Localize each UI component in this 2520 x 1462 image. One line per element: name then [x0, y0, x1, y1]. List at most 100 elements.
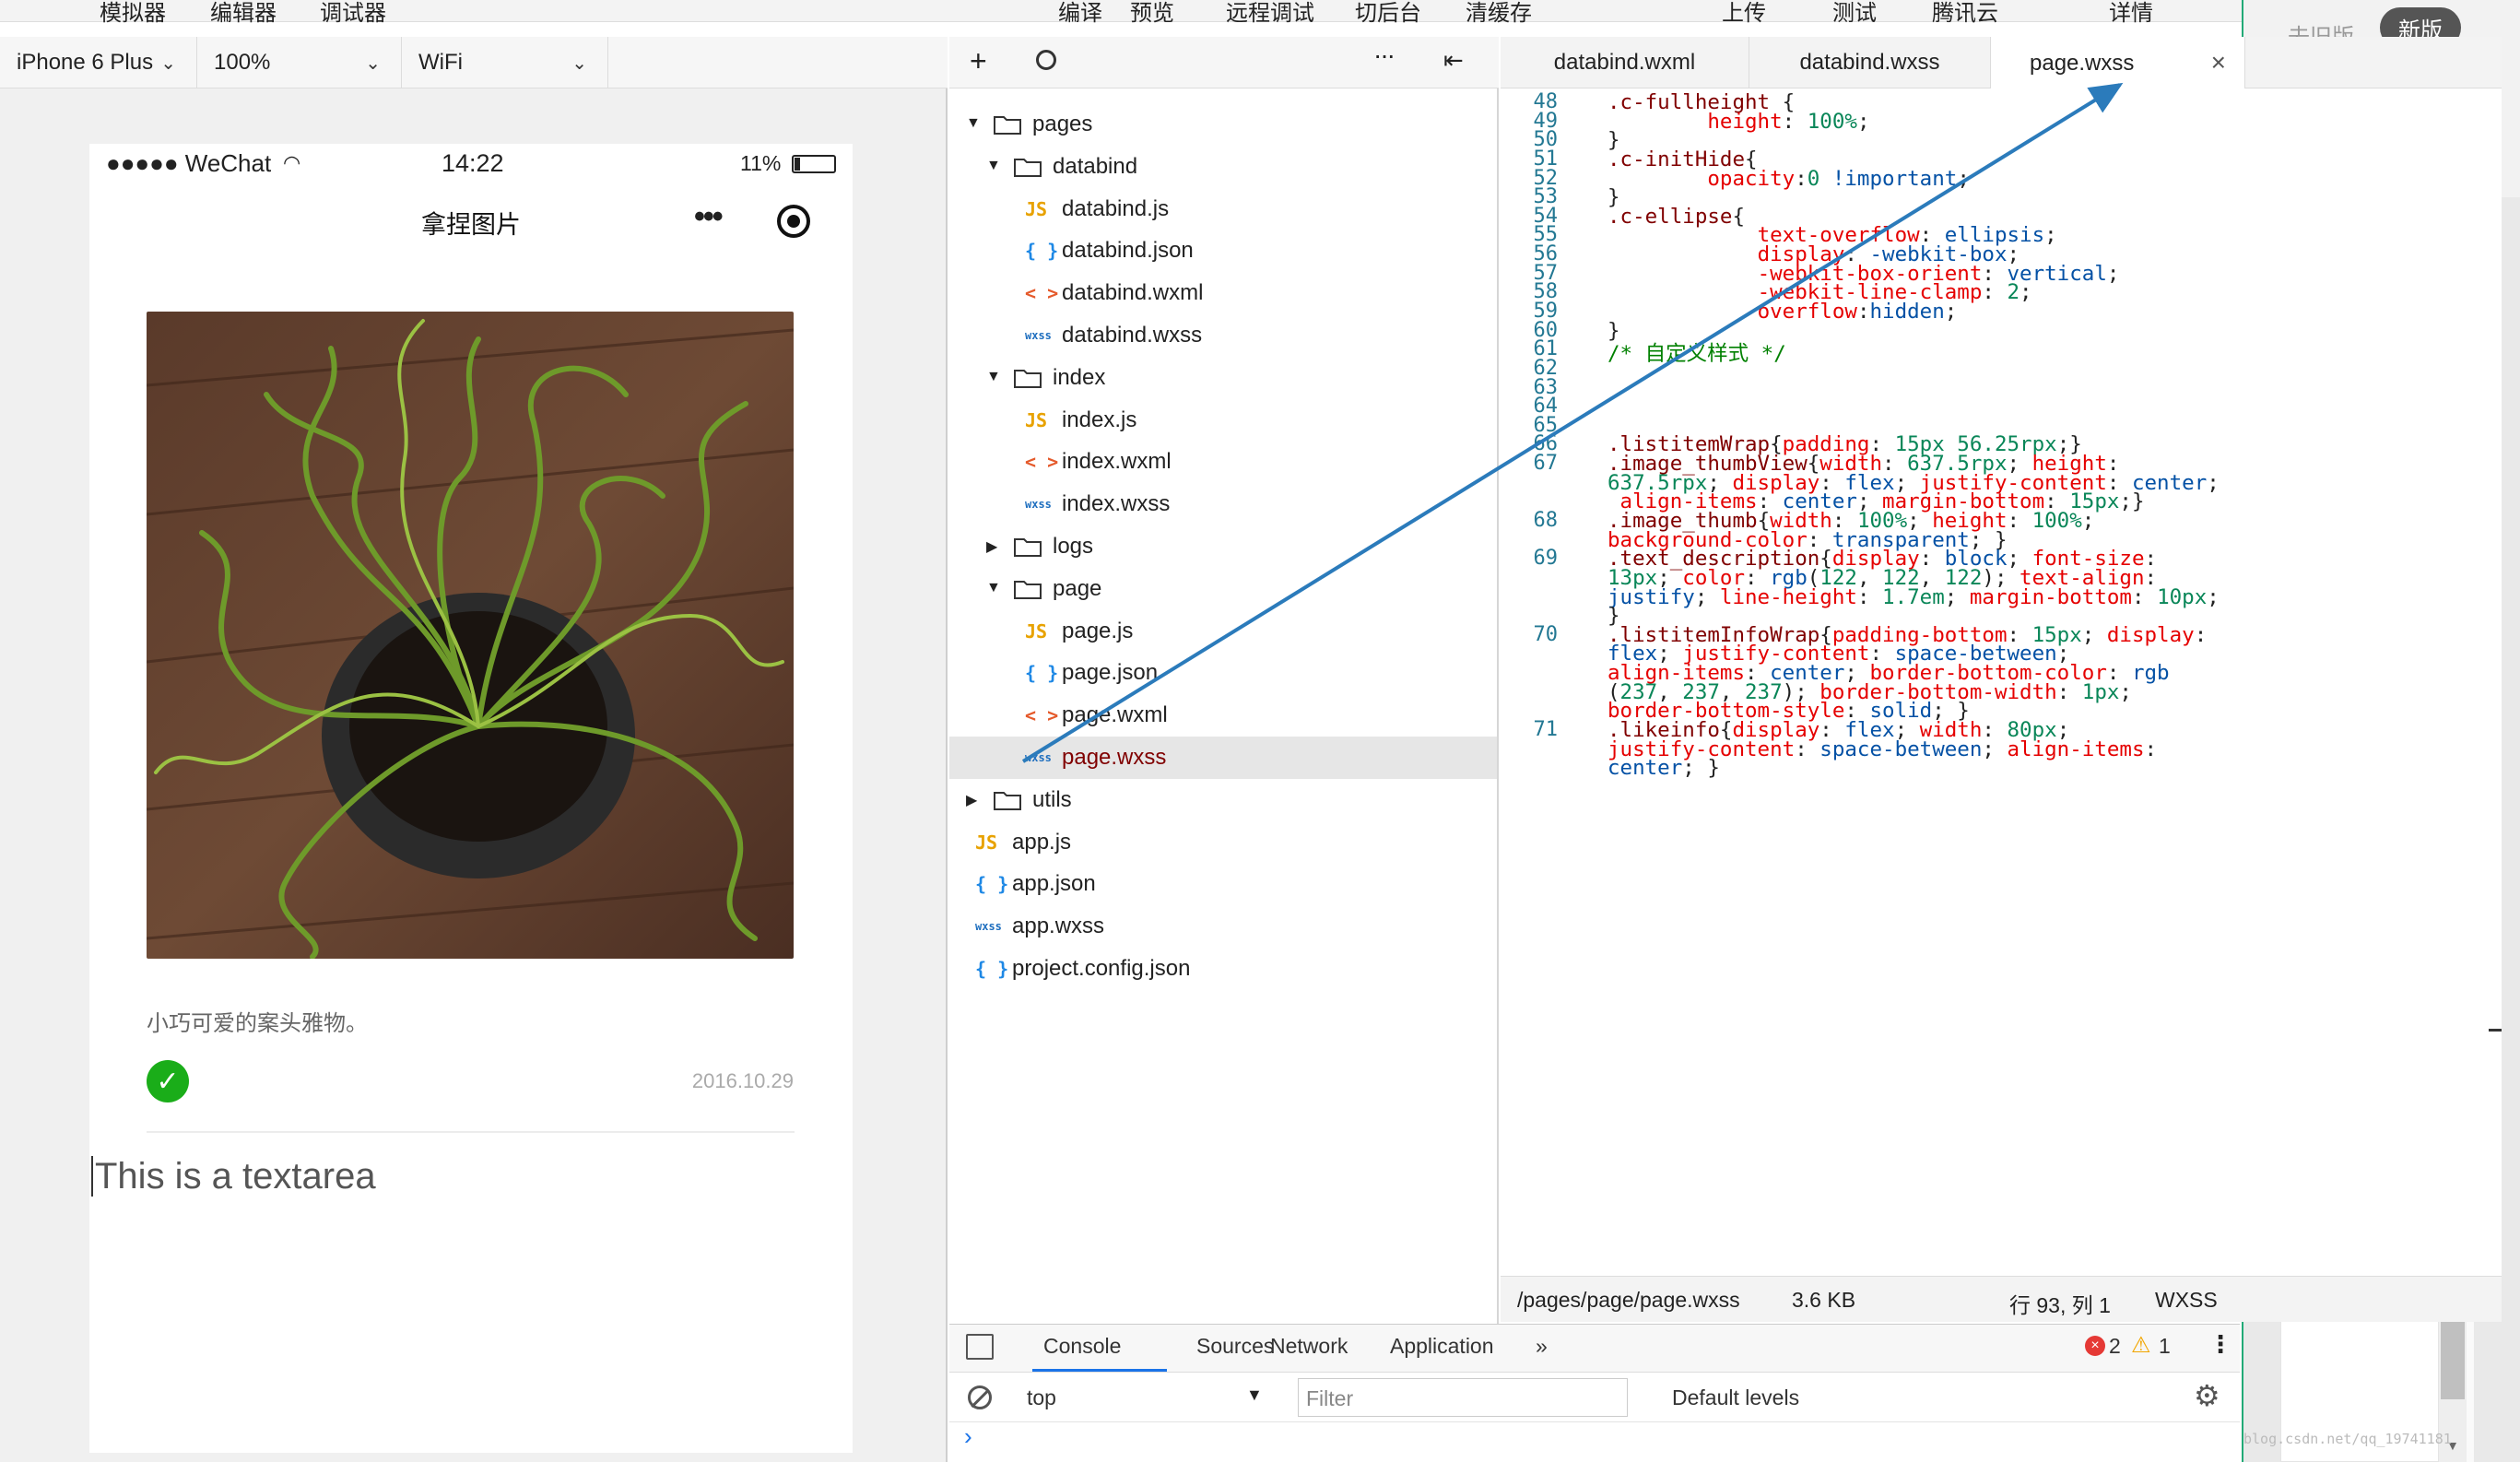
tab-application[interactable]: Application: [1390, 1334, 1494, 1359]
menu-background[interactable]: 切后台: [1355, 0, 1421, 27]
tree-item-databind-js[interactable]: JS databind.js: [949, 188, 1497, 230]
tab-databind-wxml[interactable]: databind.wxml: [1501, 37, 1749, 88]
file-tree: ▼ pages ▼ databind JS databind.js{ } databind.…: [949, 88, 1499, 1324]
tab-databind-wxss[interactable]: databind.wxss: [1749, 37, 1991, 88]
error-count[interactable]: 2: [2109, 1334, 2121, 1359]
warning-count[interactable]: 1: [2159, 1334, 2171, 1359]
tree-item-index-js[interactable]: JS index.js: [949, 399, 1497, 442]
menu-tencent-cloud[interactable]: 腾讯云: [1932, 0, 1998, 27]
menu-remote-debug[interactable]: 远程调试: [1226, 0, 1314, 27]
expanded-caret-icon[interactable]: ▼: [986, 369, 1001, 385]
menu-preview[interactable]: 预览: [1130, 0, 1174, 27]
collapsed-caret-icon[interactable]: ▶: [966, 791, 977, 809]
network-select[interactable]: WiFi ⌄: [402, 37, 608, 88]
textarea-field[interactable]: This is a textarea: [89, 1156, 853, 1396]
tree-item-page[interactable]: ▼ page: [949, 568, 1497, 610]
menu-editor[interactable]: 编辑器: [210, 0, 277, 27]
tree-item-app-js[interactable]: JS app.js: [949, 821, 1497, 864]
tree-item-app-wxss[interactable]: wxss app.wxss: [949, 905, 1497, 948]
filter-input[interactable]: Filter: [1298, 1378, 1628, 1417]
check-icon[interactable]: ✓: [147, 1060, 189, 1102]
tree-item-databind-json[interactable]: { } databind.json: [949, 230, 1497, 272]
tree-item-page-wxml[interactable]: < > page.wxml: [949, 694, 1497, 737]
language-mode[interactable]: WXSS: [2155, 1288, 2218, 1313]
collapsed-caret-icon[interactable]: ▶: [986, 537, 997, 556]
tree-item-databind-wxml[interactable]: < > databind.wxml: [949, 272, 1497, 314]
expanded-caret-icon[interactable]: ▼: [986, 580, 1001, 596]
code-line: overflow:hidden;: [1607, 300, 1958, 324]
line-gutter: 48 49 50 51 52 53 54 55 56 57 58 59 60 61 62 63 64 65 66 67…: [1501, 88, 1574, 1276]
tree-item-page-js[interactable]: JS page.js: [949, 610, 1497, 653]
tree-item-app-json[interactable]: { } app.json: [949, 863, 1497, 905]
filter-placeholder: Filter: [1306, 1386, 1354, 1410]
code-token: space-between: [1819, 737, 1983, 761]
tree-item-label: project.config.json: [1012, 956, 1191, 981]
more-tabs-icon[interactable]: »: [1536, 1334, 1548, 1359]
folder-icon: [1014, 536, 1042, 557]
menu-debugger[interactable]: 调试器: [320, 0, 386, 27]
menu-compile[interactable]: 编译: [1058, 0, 1102, 27]
code-token: ;: [1694, 584, 1720, 609]
tree-item-page-wxss[interactable]: wxss page.wxss: [949, 737, 1497, 779]
menu-details[interactable]: 详情: [2109, 0, 2153, 27]
tab-sources[interactable]: Sources: [1196, 1334, 1274, 1359]
wxss-file-icon: wxss: [1025, 498, 1052, 512]
menu-upload[interactable]: 上传: [1722, 0, 1766, 27]
more-icon[interactable]: •••: [694, 199, 724, 235]
code-token: overflow: [1757, 300, 1857, 324]
code-token: !important: [1819, 166, 1958, 191]
code-editor[interactable]: 48 49 50 51 52 53 54 55 56 57 58 59 60 61 62 63 64 65 66 67…: [1501, 88, 2502, 1276]
json-file-icon: { }: [1025, 240, 1059, 263]
tree-item-pages[interactable]: ▼ pages: [949, 103, 1497, 146]
console-prompt[interactable]: ›: [964, 1422, 972, 1451]
more-icon[interactable]: ···: [1373, 41, 1395, 70]
add-icon[interactable]: +: [970, 44, 987, 78]
battery-label: 11%: [740, 151, 782, 175]
tree-item-logs[interactable]: ▶ logs: [949, 525, 1497, 568]
menu-icon[interactable]: ⋮: [2208, 1330, 2232, 1359]
carrier-label: ●●●●● WeChat: [106, 149, 272, 177]
collapse-panel-icon[interactable]: ⇤: [1443, 46, 1464, 75]
code-token: 10px: [2157, 584, 2208, 609]
log-levels-select[interactable]: Default levels: [1672, 1385, 1799, 1410]
tree-item-label: page: [1053, 575, 1102, 601]
clear-console-icon[interactable]: [968, 1385, 992, 1409]
tab-page-wxss[interactable]: page.wxss ×: [1991, 37, 2245, 89]
chevron-down-icon[interactable]: ▼: [1246, 1385, 1263, 1405]
tree-item-utils[interactable]: ▶ utils: [949, 779, 1497, 821]
device-select[interactable]: iPhone 6 Plus ⌄: [0, 37, 197, 88]
menu-test[interactable]: 测试: [1832, 0, 1877, 27]
tree-item-index[interactable]: ▼ index: [949, 357, 1497, 399]
context-select[interactable]: top: [1027, 1385, 1056, 1410]
tree-item-page-json[interactable]: { } page.json: [949, 652, 1497, 694]
js-file-icon: JS: [975, 831, 998, 854]
menu-simulator[interactable]: 模拟器: [100, 0, 166, 27]
code-token: ;: [1944, 300, 1958, 324]
search-icon[interactable]: [1036, 50, 1056, 70]
tab-console[interactable]: Console: [1043, 1334, 1121, 1359]
code-token: 100%: [1807, 109, 1857, 134]
tree-item-label: index.wxml: [1062, 449, 1172, 475]
tree-item-project-config-json[interactable]: { } project.config.json: [949, 948, 1497, 990]
expanded-caret-icon[interactable]: ▼: [986, 158, 1001, 174]
expanded-caret-icon[interactable]: ▼: [966, 115, 981, 132]
code-token: :: [2007, 509, 2032, 534]
code-token: :: [2194, 622, 2208, 647]
code-token: ;: [2207, 584, 2220, 609]
close-icon[interactable]: ×: [2211, 48, 2226, 77]
close-capsule-icon[interactable]: [777, 205, 810, 238]
tree-item-index-wxss[interactable]: wxss index.wxss: [949, 483, 1497, 525]
code-token: margin-bottom: [1969, 584, 2132, 609]
tab-network[interactable]: Network: [1270, 1334, 1348, 1359]
tree-item-databind[interactable]: ▼ databind: [949, 146, 1497, 188]
json-file-icon: { }: [975, 873, 1009, 896]
inspect-icon[interactable]: [966, 1334, 994, 1360]
menu-bar: 模拟器 编辑器 调试器 编译 预览 远程调试 切后台 清缓存 上传 测试 腾讯云…: [0, 0, 2520, 26]
menu-clear-cache[interactable]: 清缓存: [1466, 0, 1532, 27]
gear-icon[interactable]: ⚙: [2194, 1378, 2220, 1413]
error-icon: ×: [2085, 1336, 2105, 1356]
tree-item-index-wxml[interactable]: < > index.wxml: [949, 441, 1497, 483]
code-token: ;: [1982, 737, 2008, 761]
tree-item-databind-wxss[interactable]: wxss databind.wxss: [949, 314, 1497, 357]
zoom-select[interactable]: 100% ⌄: [197, 37, 402, 88]
